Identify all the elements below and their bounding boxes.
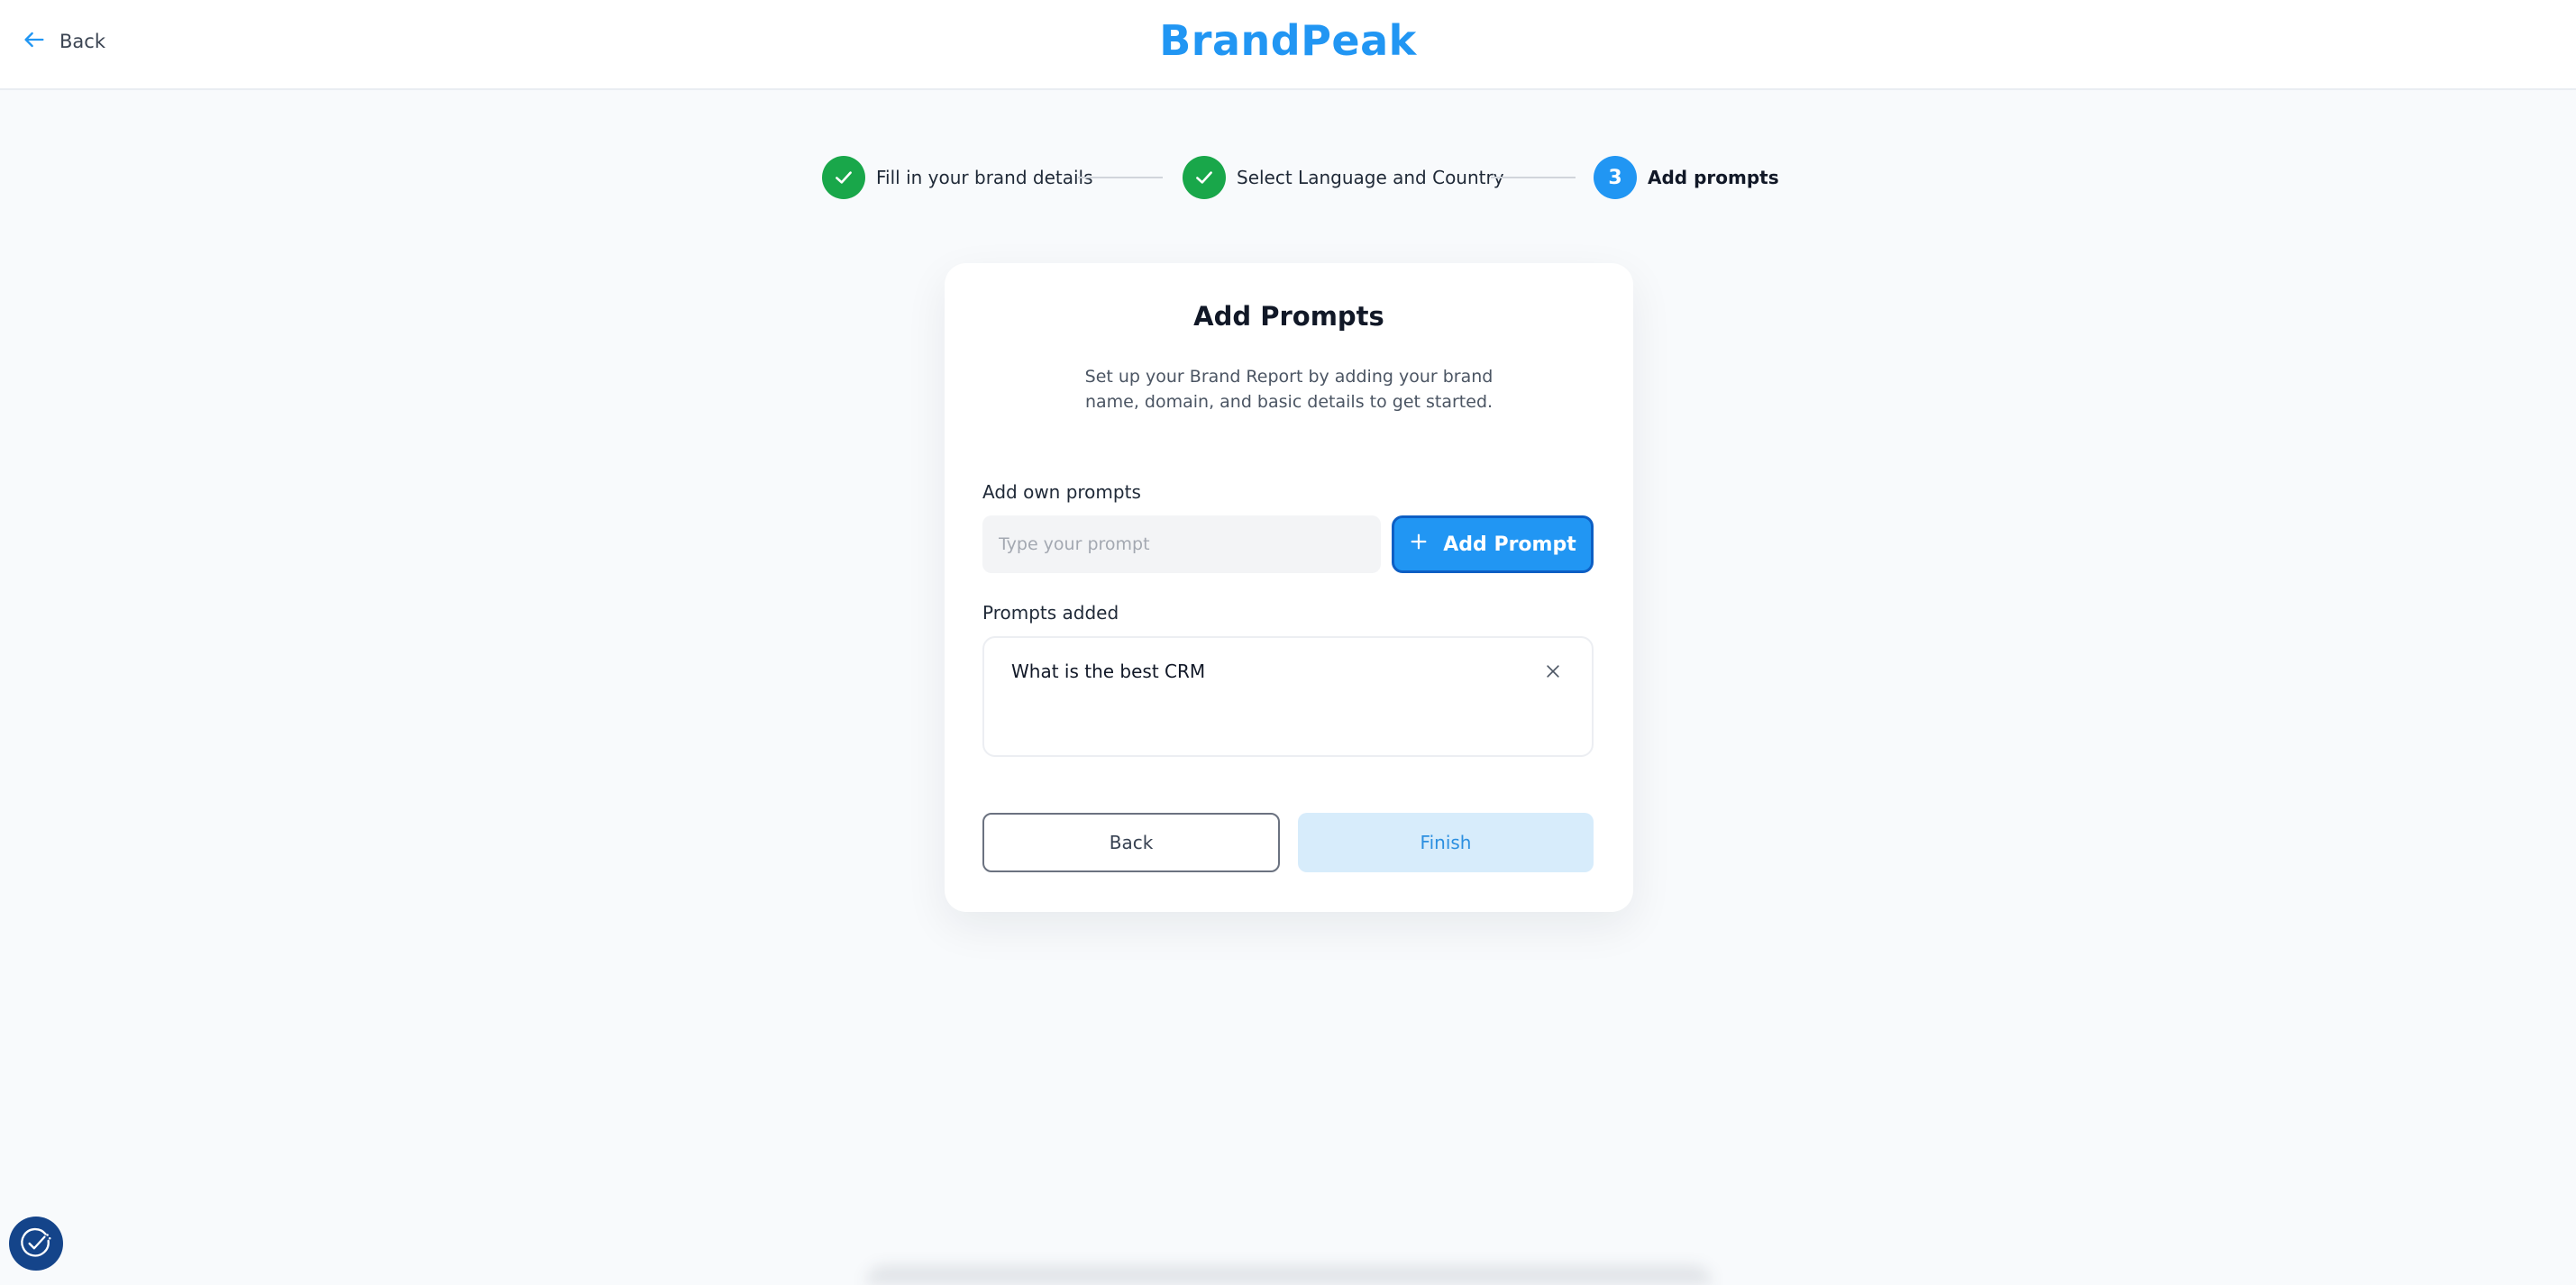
prompts-added-label: Prompts added [982,602,1119,624]
bottom-shadow [865,1265,1713,1285]
plus-icon [1409,532,1429,557]
step-label: Select Language and Country [1237,167,1504,188]
add-prompts-card: Add Prompts Set up your Brand Report by … [945,263,1633,912]
check-icon [1183,156,1226,199]
step-number: 3 [1594,156,1637,199]
finish-button[interactable]: Finish [1298,813,1594,872]
card-title: Add Prompts [1193,301,1384,332]
add-prompt-button[interactable]: Add Prompt [1392,515,1594,573]
step-add-prompts: 3 Add prompts [1594,155,1779,200]
step-language-country: Select Language and Country [1183,155,1504,200]
top-bar: Back BrandPeak [0,0,2576,90]
close-icon[interactable] [1538,656,1568,687]
stepper: Fill in your brand details Select Langua… [0,155,2576,200]
step-connector [1491,177,1576,178]
brand-logo: BrandPeak [1159,16,1417,65]
check-icon [822,156,865,199]
step-label: Fill in your brand details [876,167,1093,188]
prompt-text: What is the best CRM [1011,661,1206,682]
prompts-list: What is the best CRM [982,636,1594,757]
step-brand-details: Fill in your brand details [822,155,1093,200]
cookie-consent-icon[interactable] [9,1217,63,1271]
card-description: Set up your Brand Report by adding your … [1084,367,1494,412]
own-prompts-label: Add own prompts [982,481,1141,503]
step-connector [1078,177,1163,178]
step-label: Add prompts [1648,167,1779,188]
add-prompt-label: Add Prompt [1443,533,1576,556]
prompt-item: What is the best CRM [1011,656,1568,687]
prompt-input[interactable] [982,515,1381,573]
back-button[interactable]: Back [982,813,1280,872]
